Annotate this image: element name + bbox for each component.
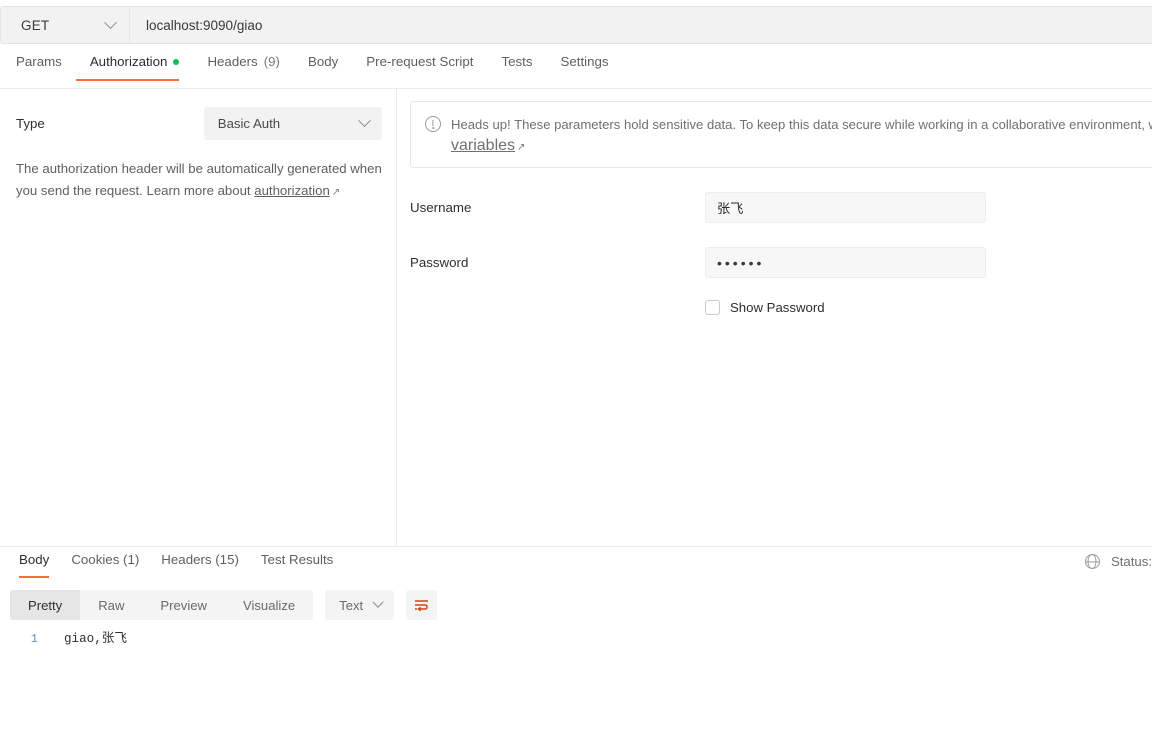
- username-value: 张飞: [717, 201, 744, 216]
- password-label: Password: [410, 255, 469, 270]
- external-link-arrow-icon: ↗: [517, 142, 526, 153]
- banner-second-line: variables ↗: [451, 137, 1152, 155]
- show-password-label: Show Password: [730, 300, 825, 315]
- postman-request-window: GET localhost:9090/giao Params Authoriza…: [0, 0, 1152, 734]
- wrap-text-icon: [415, 599, 429, 611]
- view-mode-preview-label: Preview: [160, 597, 207, 613]
- username-label: Username: [410, 200, 472, 215]
- password-row: Password ••••••: [410, 247, 1152, 278]
- response-status-area: Status:: [1084, 554, 1152, 569]
- http-method-selector[interactable]: GET: [0, 6, 129, 44]
- response-format-value: Text: [339, 597, 364, 613]
- view-mode-pretty[interactable]: Pretty: [10, 590, 81, 620]
- line-number: 1: [30, 632, 38, 646]
- auth-type-value: Basic Auth: [217, 116, 281, 131]
- auth-type-pane: Type Basic Auth The authorization header…: [0, 89, 397, 546]
- http-method-label: GET: [21, 17, 50, 33]
- authorization-panel: Type Basic Auth The authorization header…: [0, 89, 1152, 546]
- tab-tests-label: Tests: [501, 54, 533, 69]
- response-tab-body-label: Body: [19, 552, 50, 567]
- tab-tests[interactable]: Tests: [487, 54, 546, 81]
- tab-headers-count: (9): [263, 54, 280, 69]
- response-tab-bar: Body Cookies (1) Headers (15) Test Resul…: [0, 552, 1152, 582]
- show-password-row: Show Password: [410, 300, 1152, 315]
- tab-settings[interactable]: Settings: [546, 54, 622, 81]
- tab-params[interactable]: Params: [16, 54, 76, 81]
- tab-body-label: Body: [307, 54, 339, 69]
- view-mode-visualize[interactable]: Visualize: [225, 590, 313, 620]
- username-row: Username 张飞: [410, 192, 1152, 223]
- url-bar: GET localhost:9090/giao: [0, 6, 1152, 44]
- response-body-text: giao,张飞: [64, 632, 127, 646]
- response-status-label: Status:: [1110, 554, 1152, 569]
- response-divider: [0, 546, 1152, 547]
- response-tab-headers[interactable]: Headers (15): [150, 552, 250, 578]
- chevron-down-icon: [372, 596, 384, 608]
- tab-params-label: Params: [16, 54, 62, 69]
- auth-type-row: Type Basic Auth: [16, 107, 382, 140]
- tab-settings-label: Settings: [560, 54, 609, 69]
- tab-authorization[interactable]: Authorization: [75, 54, 194, 81]
- response-tab-test-results[interactable]: Test Results: [250, 552, 344, 578]
- sensitive-data-banner: Heads up! These parameters hold sensitiv…: [410, 101, 1152, 168]
- info-circle-icon: [425, 116, 441, 132]
- tab-headers[interactable]: Headers (9): [193, 54, 294, 81]
- password-input[interactable]: ••••••: [705, 247, 986, 278]
- wrap-lines-button[interactable]: [406, 590, 438, 620]
- auth-type-dropdown[interactable]: Basic Auth: [203, 107, 382, 140]
- response-format-dropdown[interactable]: Text: [325, 590, 395, 620]
- authorization-docs-link[interactable]: authorization: [254, 183, 330, 198]
- url-value: localhost:9090/giao: [146, 17, 263, 33]
- response-view-mode-group: Pretty Raw Preview Visualize: [10, 590, 314, 620]
- response-tab-cookies[interactable]: Cookies (1): [60, 552, 150, 578]
- view-mode-pretty-label: Pretty: [28, 597, 63, 613]
- chevron-down-icon: [358, 114, 371, 128]
- show-password-checkbox[interactable]: [705, 300, 720, 315]
- tab-pre-request-script[interactable]: Pre-request Script: [352, 54, 487, 81]
- response-body-viewer[interactable]: 1 giao,张飞: [0, 628, 1152, 734]
- tab-body[interactable]: Body: [294, 54, 352, 81]
- response-tab-cookies-label: Cookies (1): [71, 552, 140, 567]
- username-input[interactable]: 张飞: [705, 192, 986, 223]
- response-tab-test-results-label: Test Results: [260, 552, 334, 567]
- url-input[interactable]: localhost:9090/giao: [129, 6, 1152, 44]
- code-line: 1 giao,张飞: [0, 628, 1152, 650]
- response-view-toolbar: Pretty Raw Preview Visualize Text: [10, 590, 438, 620]
- auth-helper-text: The authorization header will be automat…: [16, 158, 382, 204]
- variables-docs-link[interactable]: variables: [451, 137, 515, 154]
- password-value: ••••••: [717, 254, 765, 271]
- response-tab-headers-label: Headers (15): [161, 552, 239, 567]
- auth-credentials-pane: Heads up! These parameters hold sensitiv…: [398, 89, 1152, 546]
- banner-message: Heads up! These parameters hold sensitiv…: [451, 117, 1152, 132]
- view-mode-visualize-label: Visualize: [242, 597, 296, 613]
- tab-headers-label: Headers: [207, 54, 258, 69]
- view-mode-raw-label: Raw: [98, 597, 125, 613]
- chevron-down-icon: [104, 15, 117, 29]
- tab-authorization-label: Authorization: [89, 54, 168, 69]
- response-tab-body[interactable]: Body: [8, 552, 60, 578]
- external-link-arrow-icon: ↗: [331, 187, 341, 198]
- auth-type-label: Type: [16, 116, 45, 131]
- banner-body: Heads up! These parameters hold sensitiv…: [451, 114, 1152, 155]
- request-tab-bar: Params Authorization Headers (9) Body Pr…: [0, 54, 1152, 86]
- modified-indicator-dot-icon: [173, 58, 180, 65]
- globe-icon[interactable]: [1084, 554, 1100, 569]
- tab-pre-request-script-label: Pre-request Script: [366, 54, 474, 69]
- view-mode-preview[interactable]: Preview: [142, 590, 225, 620]
- view-mode-raw[interactable]: Raw: [80, 590, 142, 620]
